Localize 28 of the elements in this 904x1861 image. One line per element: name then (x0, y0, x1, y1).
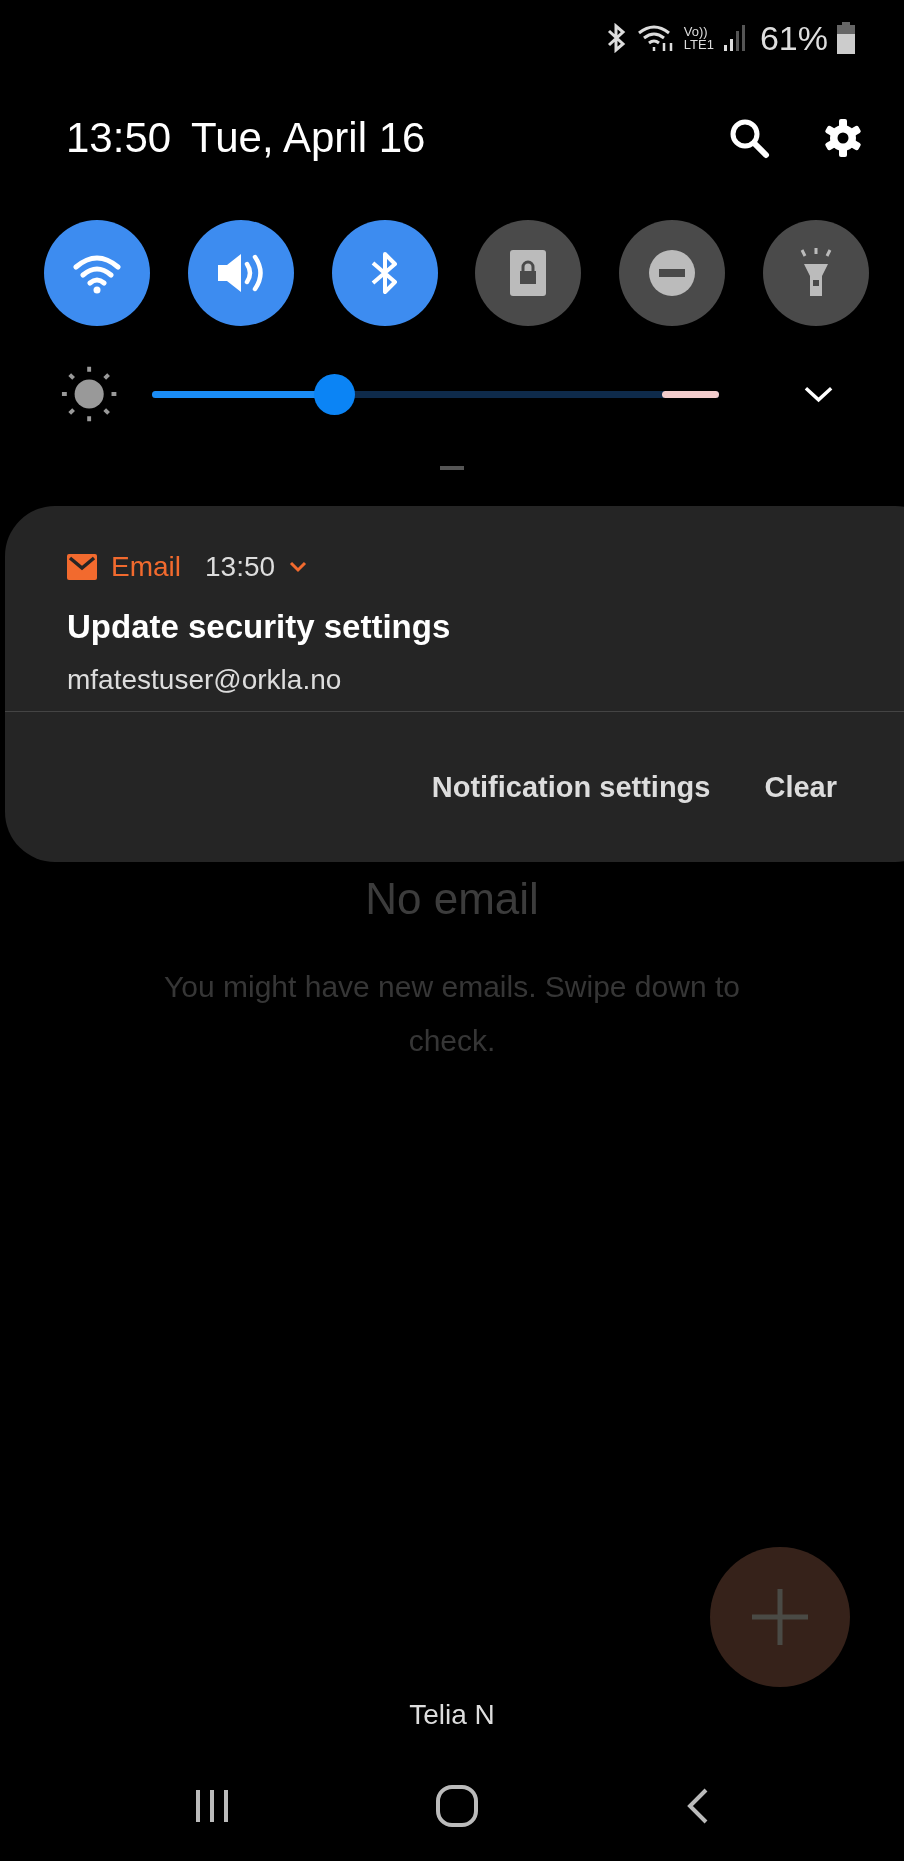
notification-action-button[interactable]: Notification settings (419, 762, 723, 812)
minus-circle-icon (648, 249, 697, 297)
chevron-down-icon[interactable] (802, 384, 834, 404)
date-text: Tue, April 16 (191, 114, 426, 162)
brightness-slider[interactable] (152, 373, 719, 415)
volte-label: Vo)) (683, 25, 709, 38)
lte-label: LTE1 (683, 38, 714, 51)
app-name: Email (111, 551, 181, 583)
clock-time: 13:50 (66, 114, 172, 162)
empty-state-title: No email (364, 874, 540, 924)
search-icon[interactable] (728, 117, 770, 159)
notification-action-button[interactable]: Clear (752, 762, 849, 812)
signal-icon (721, 23, 746, 53)
notification-time: 13:50 (205, 551, 276, 583)
notification-text: mfatestuser@orkla.no (67, 664, 343, 696)
carrier-name: Telia N (408, 1699, 496, 1731)
bluetooth-icon (605, 23, 628, 53)
home-icon[interactable] (435, 1784, 479, 1828)
drag-handle[interactable] (440, 466, 464, 470)
brightness-icon (60, 364, 119, 424)
envelope-icon (67, 554, 97, 580)
settings-icon[interactable] (822, 117, 864, 159)
battery-icon (836, 22, 856, 54)
wifi-icon (72, 252, 122, 294)
lock-icon (509, 249, 548, 297)
battery-percentage: 61% (759, 18, 828, 58)
notification-title: Update security settings (67, 608, 452, 646)
notification-card[interactable]: Email 13:50 Update security settings mfatestuser@orkla.no Notification settings Clear (5, 506, 904, 862)
